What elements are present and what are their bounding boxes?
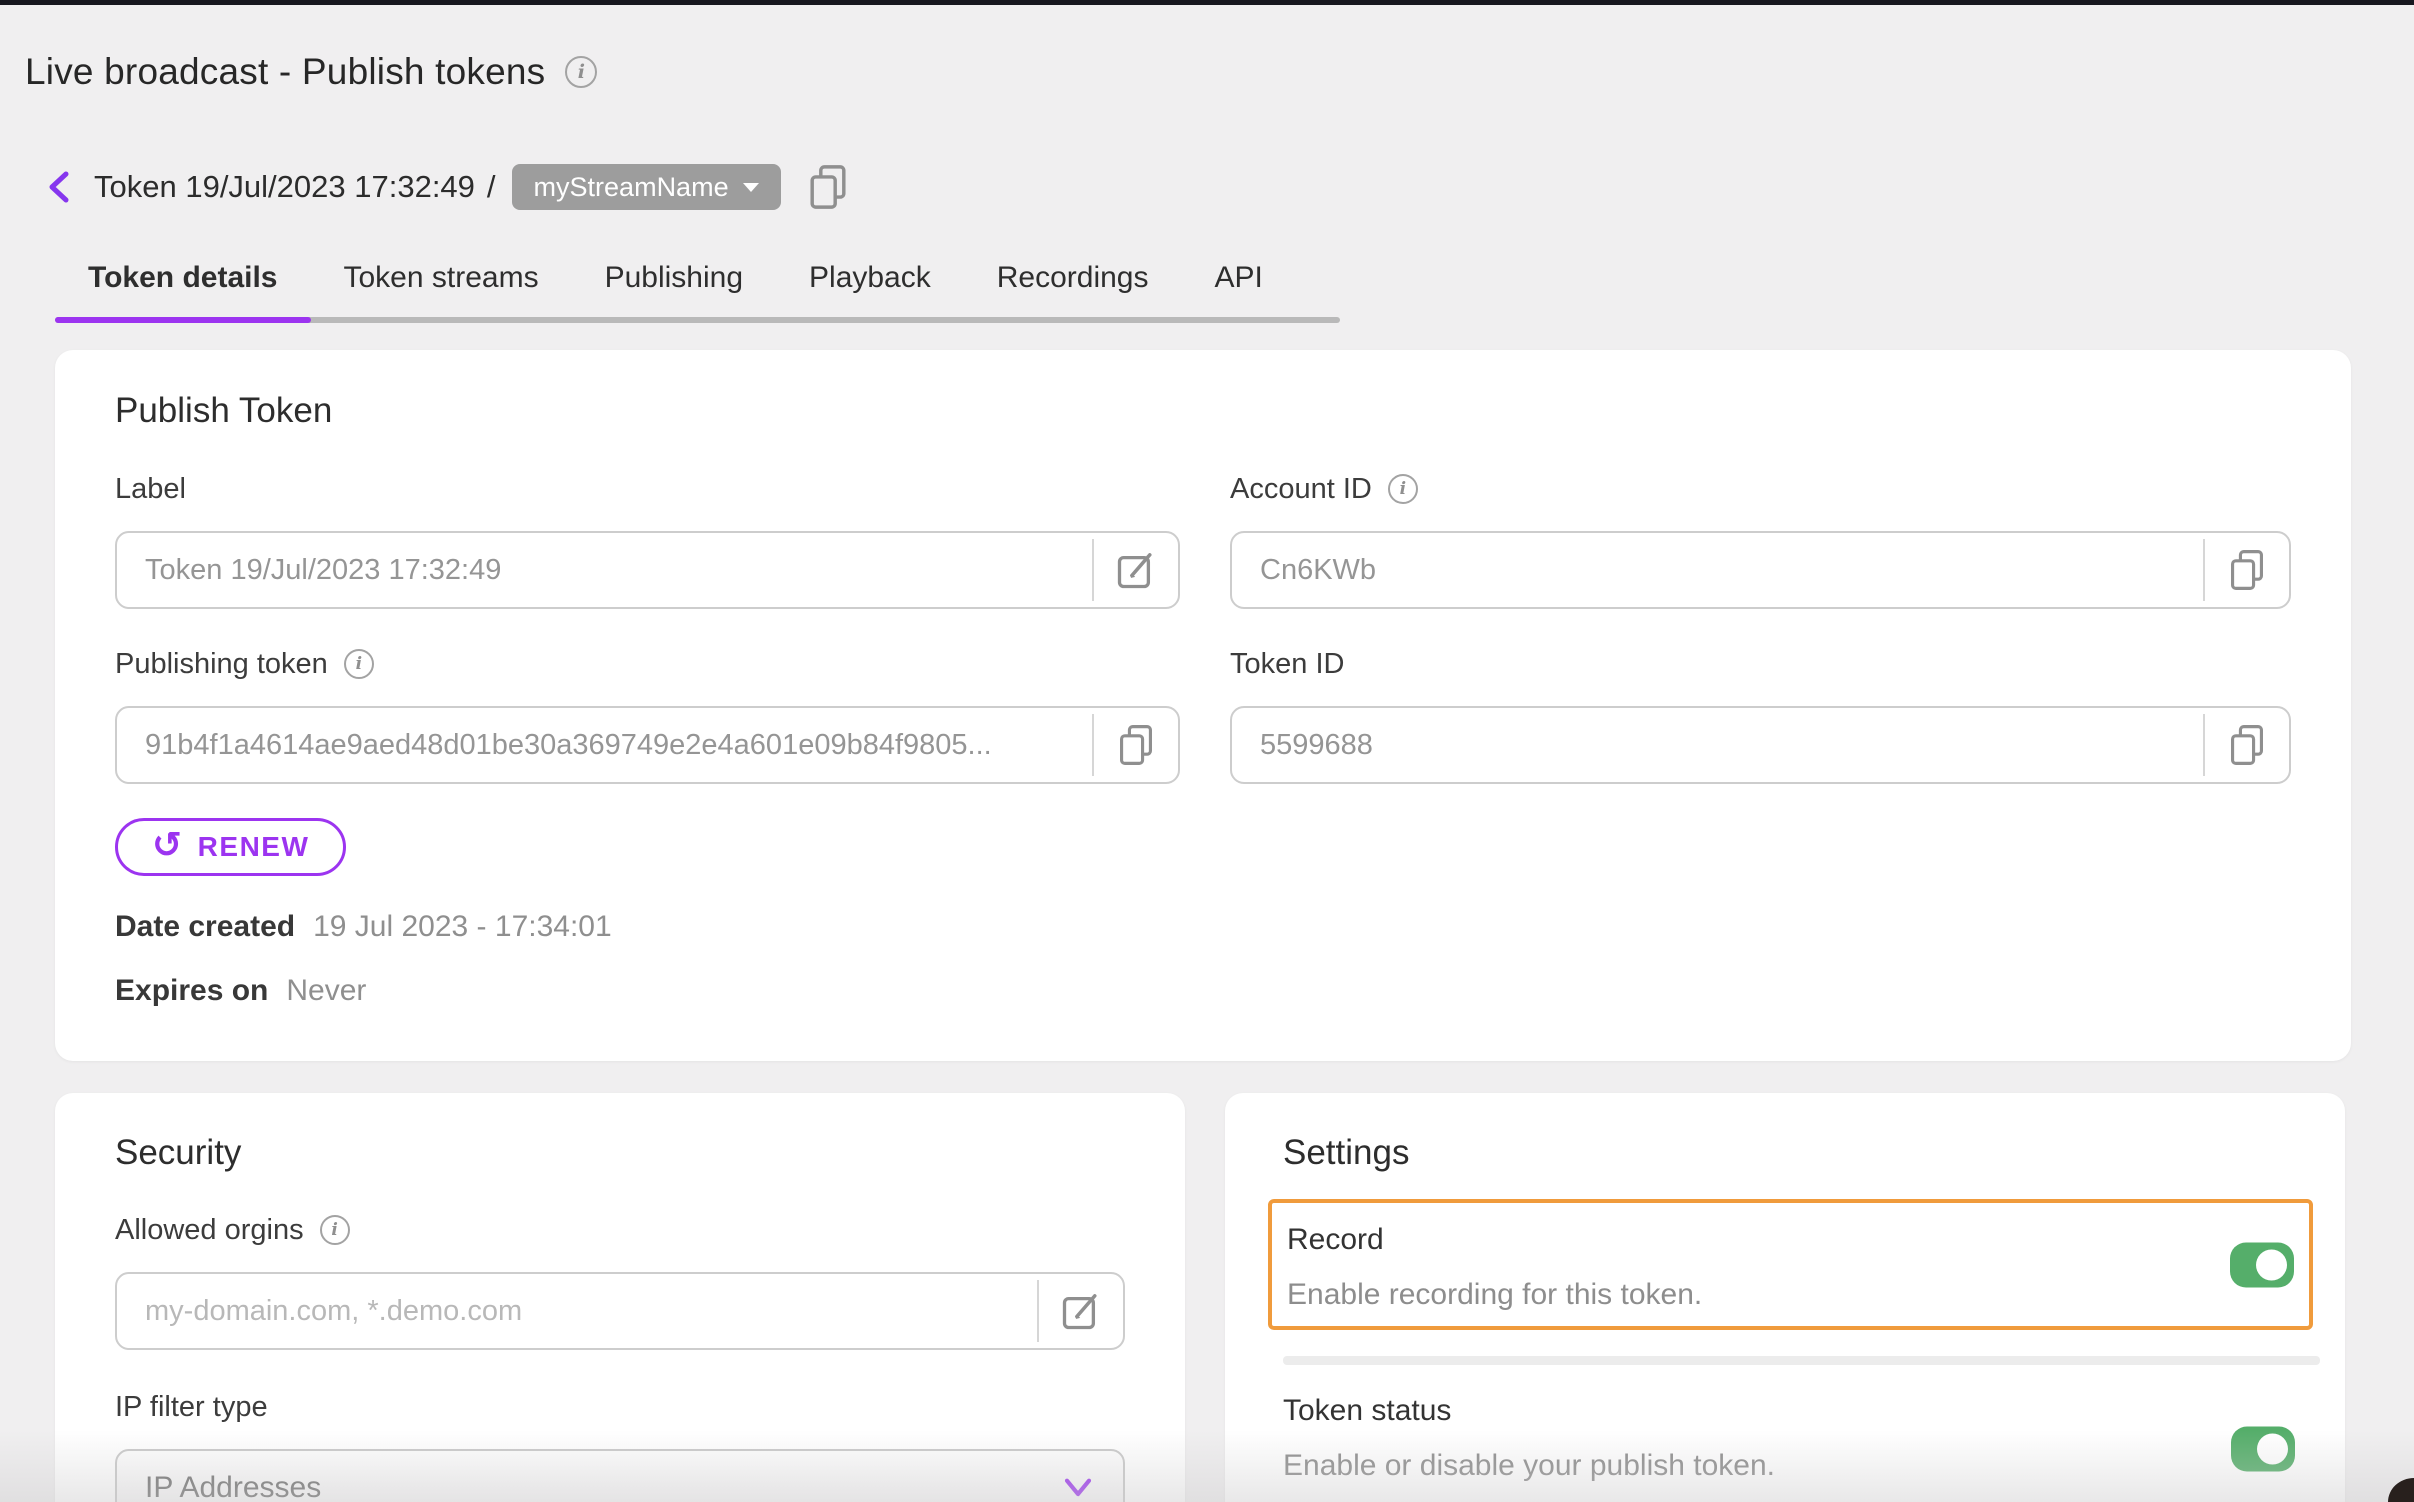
- token-status-label: Token status: [1283, 1394, 2313, 1428]
- page-title: Live broadcast - Publish tokens: [25, 51, 545, 93]
- breadcrumb-token-label[interactable]: Token 19/Jul/2023 17:32:49: [94, 169, 475, 205]
- date-created-row: Date created 19 Jul 2023 - 17:34:01: [115, 910, 2291, 944]
- copy-icon: [2226, 547, 2268, 593]
- ip-filter-select[interactable]: IP Addresses: [115, 1449, 1125, 1502]
- stream-name-label: myStreamName: [534, 172, 729, 203]
- renew-button[interactable]: ↺ RENEW: [115, 818, 346, 876]
- token-status-description: Enable or disable your publish token.: [1283, 1449, 2313, 1483]
- field-label-text: Allowed orgins: [115, 1214, 304, 1247]
- expires-on-value: Never: [286, 974, 366, 1008]
- settings-card: Settings Record Enable recording for thi…: [1225, 1093, 2345, 1502]
- record-setting-highlight: Record Enable recording for this token.: [1268, 1199, 2313, 1330]
- tab-row: Token details Token streams Publishing P…: [55, 255, 1340, 301]
- page-header: Live broadcast - Publish tokens i: [0, 5, 2414, 93]
- tab-token-details[interactable]: Token details: [55, 255, 311, 301]
- token-status-setting: Token status Enable or disable your publ…: [1283, 1394, 2313, 1502]
- settings-heading: Settings: [1283, 1133, 2345, 1173]
- account-id-input[interactable]: [1232, 554, 2203, 587]
- copy-stream-name-button[interactable]: [805, 162, 851, 212]
- edit-allowed-origins-button[interactable]: [1039, 1274, 1123, 1348]
- copy-account-id-button[interactable]: [2205, 533, 2289, 607]
- publishing-token-input[interactable]: [117, 729, 1092, 762]
- breadcrumb: Token 19/Jul/2023 17:32:49 / myStreamNam…: [42, 163, 2414, 211]
- edit-icon: [1059, 1289, 1103, 1333]
- caret-down-icon: [743, 183, 759, 192]
- edit-icon: [1114, 548, 1158, 592]
- field-label-text: IP filter type: [115, 1391, 268, 1424]
- field-label-text: Publishing token: [115, 648, 328, 681]
- tab-token-streams[interactable]: Token streams: [311, 255, 572, 301]
- tab-publishing[interactable]: Publishing: [572, 255, 776, 301]
- settings-divider: [1283, 1356, 2320, 1365]
- publishing-token-input-box: [115, 706, 1180, 784]
- label-input[interactable]: [117, 554, 1092, 587]
- ip-filter-label: IP filter type: [115, 1387, 1125, 1427]
- mouse-cursor-artifact: [2388, 1478, 2414, 1502]
- field-label-text: Token ID: [1230, 648, 1344, 681]
- date-created-value: 19 Jul 2023 - 17:34:01: [313, 910, 612, 944]
- account-id-input-box: [1230, 531, 2291, 609]
- token-status-toggle[interactable]: [2231, 1427, 2295, 1472]
- record-description: Enable recording for this token.: [1287, 1278, 2291, 1312]
- tab-label: Token streams: [344, 261, 539, 295]
- allowed-origins-info-icon[interactable]: i: [320, 1215, 350, 1245]
- publish-token-heading: Publish Token: [115, 391, 2291, 431]
- renew-icon: ↺: [152, 827, 184, 863]
- security-card: Security Allowed orgins i IP filter type…: [55, 1093, 1185, 1502]
- field-label-text: Account ID: [1230, 473, 1372, 506]
- copy-icon: [2226, 722, 2268, 768]
- chevron-down-icon: [1063, 1477, 1093, 1499]
- account-id-info-icon[interactable]: i: [1388, 474, 1418, 504]
- edit-label-button[interactable]: [1094, 533, 1178, 607]
- publish-token-fields: Label Account ID: [115, 469, 2291, 784]
- breadcrumb-separator: /: [487, 169, 496, 205]
- publishing-token-info-icon[interactable]: i: [344, 649, 374, 679]
- token-id-label: Token ID: [1230, 644, 2291, 684]
- expires-on-label: Expires on: [115, 974, 268, 1008]
- tab-playback[interactable]: Playback: [776, 255, 964, 301]
- security-heading: Security: [115, 1133, 1125, 1173]
- publish-token-card: Publish Token Label: [55, 350, 2351, 1061]
- token-id-input-box: [1230, 706, 2291, 784]
- tab-label: Publishing: [605, 261, 743, 295]
- tab-label: Recordings: [997, 261, 1149, 295]
- tab-bar: Token details Token streams Publishing P…: [55, 255, 1340, 323]
- stream-name-dropdown[interactable]: myStreamName: [512, 164, 781, 210]
- page: Live broadcast - Publish tokens i Token …: [0, 0, 2414, 1502]
- publishing-token-field: Publishing token i: [115, 644, 1180, 784]
- toggle-knob: [2257, 1434, 2288, 1465]
- account-id-field: Account ID i: [1230, 469, 2291, 609]
- label-field: Label: [115, 469, 1180, 609]
- tab-recordings[interactable]: Recordings: [964, 255, 1182, 301]
- field-label-text: Label: [115, 473, 186, 506]
- allowed-origins-label: Allowed orgins i: [115, 1210, 1125, 1250]
- copy-token-id-button[interactable]: [2205, 708, 2289, 782]
- page-title-info-icon[interactable]: i: [565, 56, 597, 88]
- record-toggle[interactable]: [2230, 1242, 2294, 1287]
- back-chevron-icon[interactable]: [42, 167, 76, 207]
- token-id-input[interactable]: [1232, 729, 2203, 762]
- tab-label: API: [1215, 261, 1263, 295]
- copy-icon: [1115, 722, 1157, 768]
- allowed-origins-input[interactable]: [117, 1295, 1037, 1328]
- tab-label: Token details: [88, 261, 278, 295]
- account-id-label: Account ID i: [1230, 469, 2291, 509]
- label-input-box: [115, 531, 1180, 609]
- toggle-knob: [2256, 1249, 2287, 1280]
- tab-label: Playback: [809, 261, 931, 295]
- record-label: Record: [1287, 1223, 2291, 1257]
- copy-publishing-token-button[interactable]: [1094, 708, 1178, 782]
- date-created-label: Date created: [115, 910, 295, 944]
- renew-label: RENEW: [198, 831, 310, 863]
- expires-on-row: Expires on Never: [115, 974, 2291, 1008]
- publishing-token-label: Publishing token i: [115, 644, 1180, 684]
- allowed-origins-input-box: [115, 1272, 1125, 1350]
- ip-filter-selected-value: IP Addresses: [145, 1471, 321, 1502]
- label-field-label: Label: [115, 469, 1180, 509]
- token-id-field: Token ID: [1230, 644, 2291, 784]
- tab-api[interactable]: API: [1182, 255, 1296, 301]
